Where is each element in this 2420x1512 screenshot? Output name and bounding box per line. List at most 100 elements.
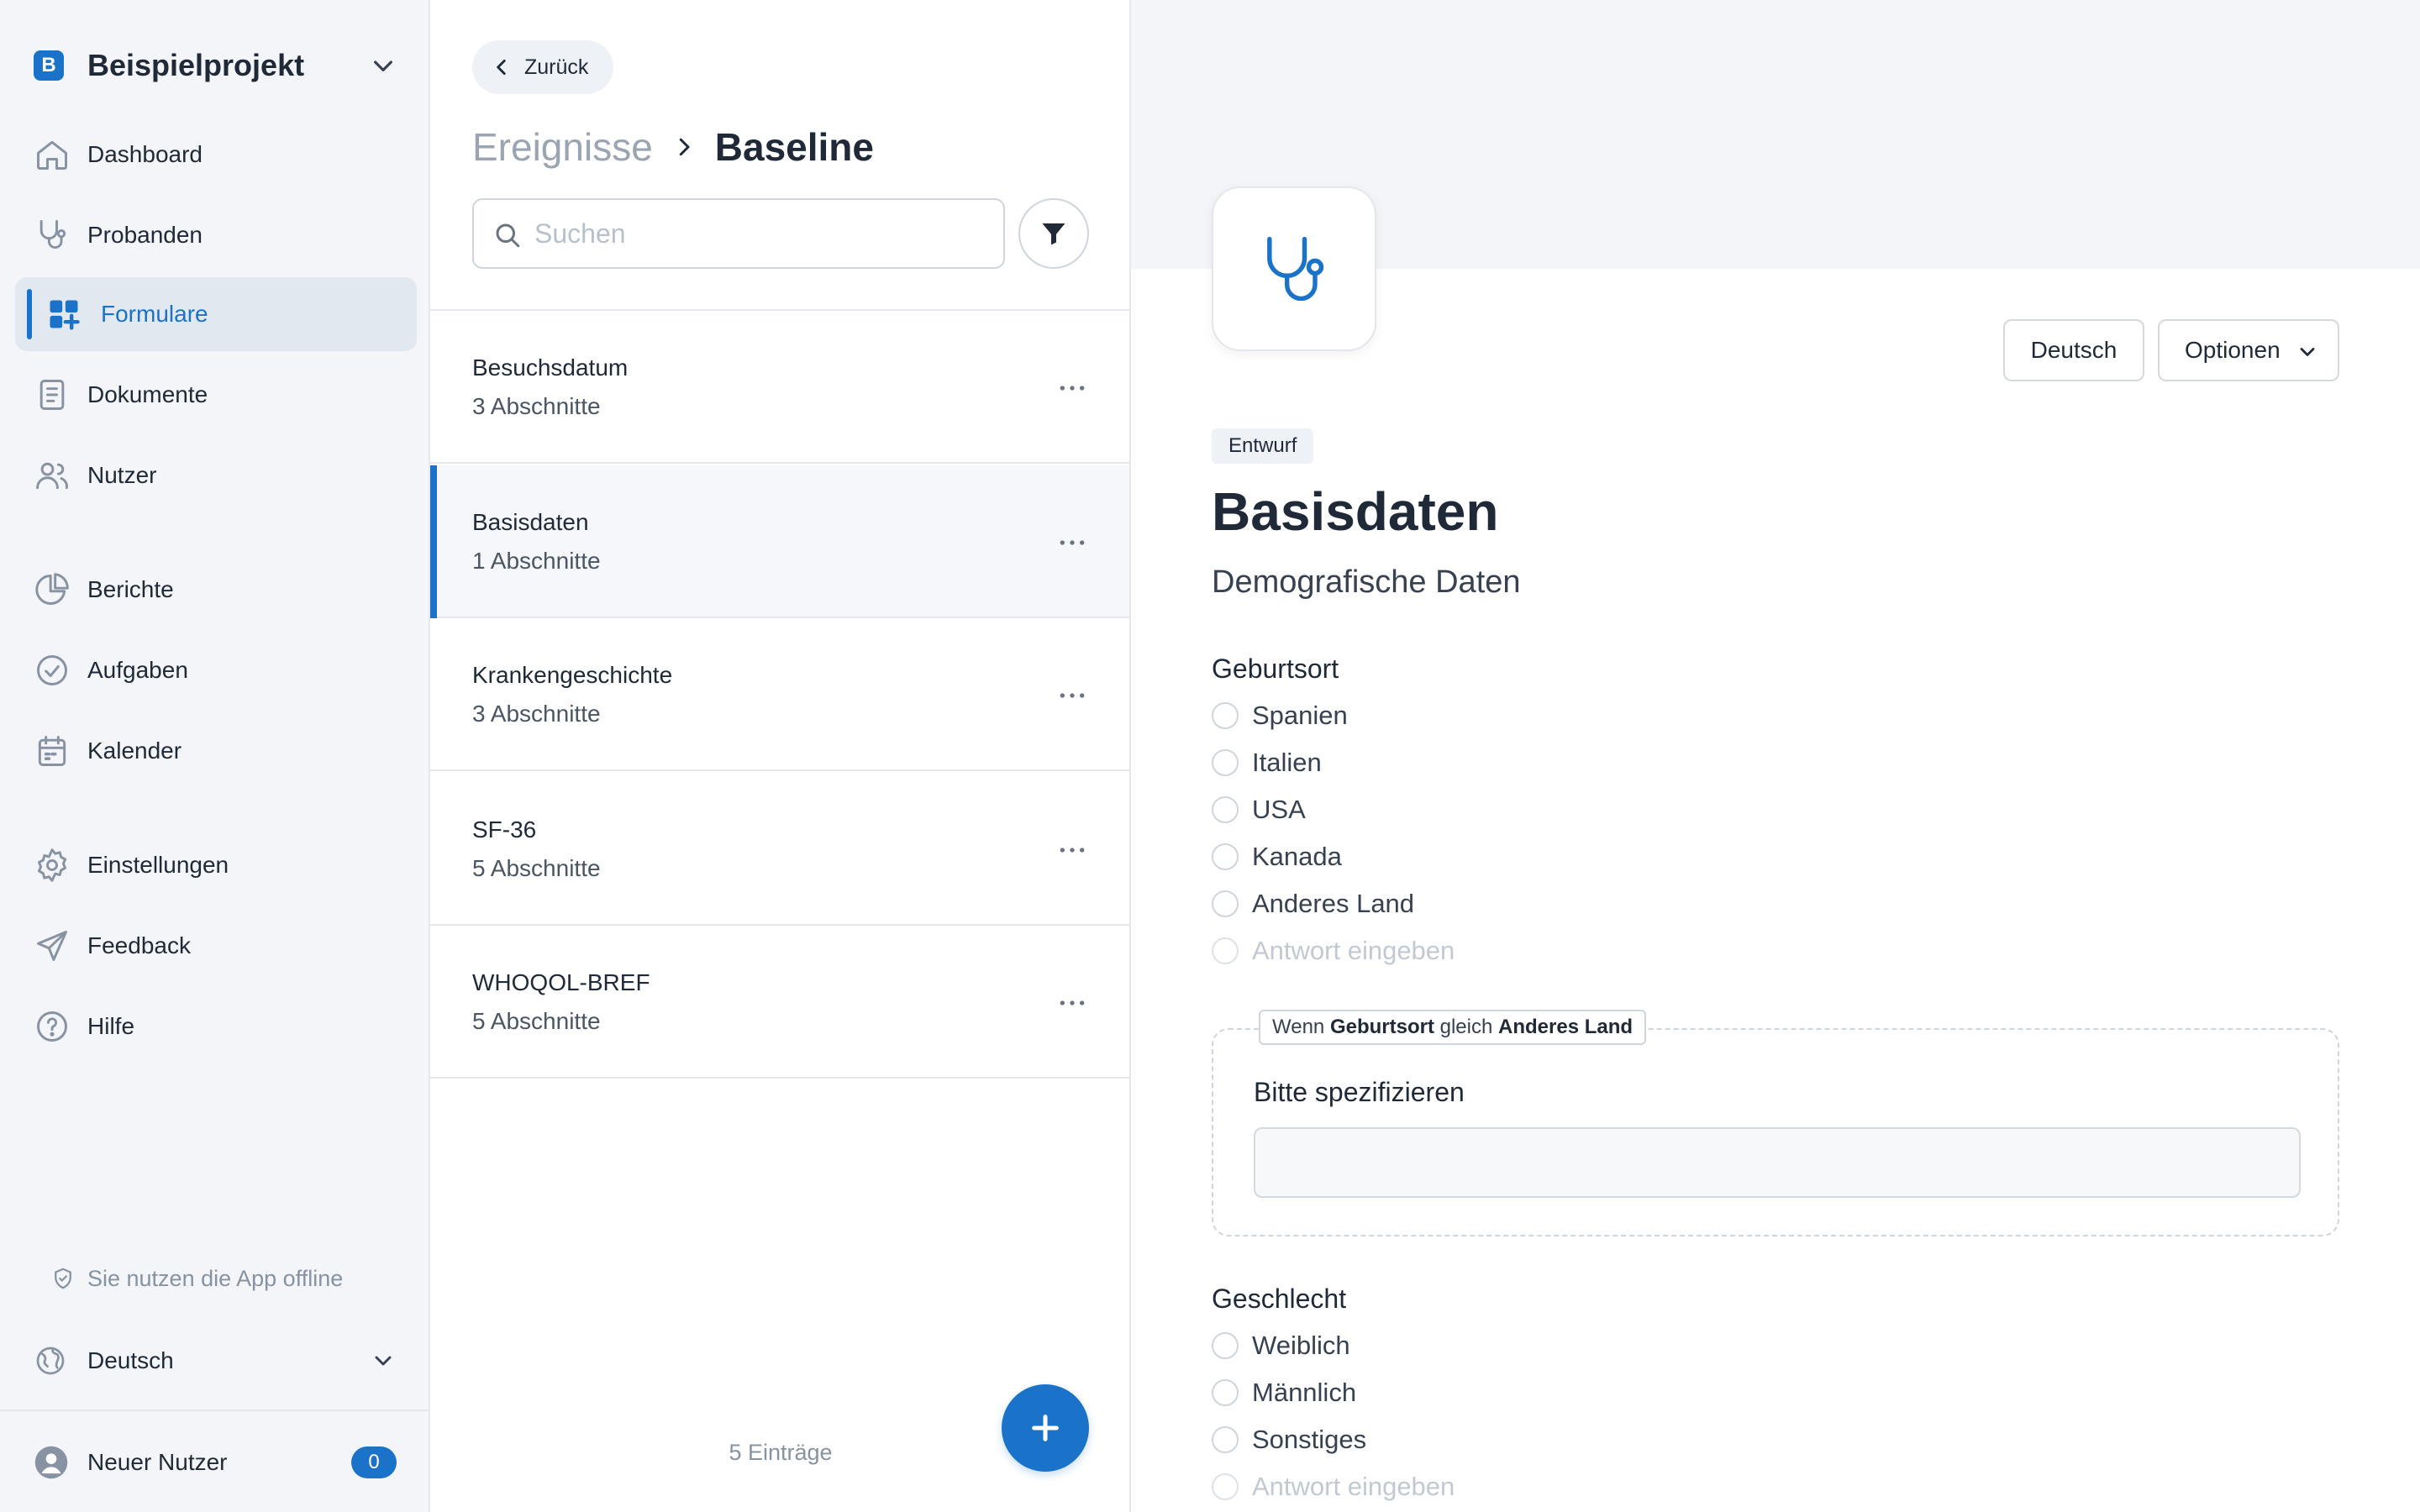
option-label: Anderes Land <box>1252 889 1415 918</box>
sidebar: B Beispielprojekt Dashboard Probanden Fo… <box>0 0 430 1512</box>
option-placeholder: Antwort eingeben <box>1252 1472 1455 1501</box>
avatar-icon <box>34 1446 68 1479</box>
sidebar-item-berichte[interactable]: Berichte <box>15 553 417 627</box>
condition-prefix: Wenn <box>1272 1016 1330 1038</box>
gear-icon <box>37 848 67 882</box>
offline-text: Sie nutzen die App offline <box>87 1265 344 1291</box>
sidebar-item-label: Einstellungen <box>87 852 229 878</box>
sidebar-item-label: Dokumente <box>87 381 208 407</box>
radio-option[interactable]: Weiblich <box>1212 1329 1350 1362</box>
option-label: Spanien <box>1252 701 1348 730</box>
list-item[interactable]: Krankengeschichte 3 Abschnitte <box>430 618 1129 771</box>
chevron-left-icon <box>497 60 506 75</box>
sidebar-item-dokumente[interactable]: Dokumente <box>15 358 417 432</box>
condition-operator: gleich <box>1434 1016 1498 1038</box>
form-icon-tile[interactable] <box>1212 186 1376 351</box>
more-options-icon[interactable] <box>1055 679 1089 712</box>
radio-button[interactable] <box>1212 890 1239 917</box>
search-box <box>472 198 1005 269</box>
sidebar-item-nutzer[interactable]: Nutzer <box>15 438 417 512</box>
radio-button[interactable] <box>1212 702 1239 729</box>
condition-tag[interactable]: Wenn Geburtsort gleich Anderes Land <box>1259 1010 1647 1045</box>
sidebar-item-label: Nutzer <box>87 462 157 488</box>
list-item-subtitle: 3 Abschnitte <box>472 701 601 727</box>
filter-button[interactable] <box>1018 198 1089 269</box>
radio-button[interactable] <box>1212 1332 1239 1359</box>
chevron-down-icon <box>374 60 392 71</box>
more-options-icon[interactable] <box>1055 986 1089 1020</box>
project-name: Beispielprojekt <box>87 48 305 82</box>
add-option[interactable]: Antwort eingeben <box>1212 934 1455 968</box>
more-options-icon[interactable] <box>1055 526 1089 559</box>
divider <box>0 1410 429 1411</box>
plus-icon <box>1032 1415 1059 1441</box>
send-icon <box>37 931 67 961</box>
options-button[interactable]: Optionen <box>2158 319 2339 381</box>
list-item-title: SF-36 <box>472 816 537 843</box>
calendar-icon <box>38 736 66 766</box>
radio-option[interactable]: USA <box>1212 793 1306 827</box>
status-badge: Entwurf <box>1212 428 1314 464</box>
sidebar-item-einstellungen[interactable]: Einstellungen <box>15 828 417 902</box>
users-icon <box>36 462 68 490</box>
breadcrumb-parent[interactable]: Ereignisse <box>472 124 653 170</box>
forms-icon <box>50 300 80 330</box>
radio-option[interactable]: Spanien <box>1212 699 1348 732</box>
option-label: Weiblich <box>1252 1331 1350 1360</box>
form-title: Basisdaten <box>1212 481 1499 542</box>
sidebar-item-kalender[interactable]: Kalender <box>15 714 417 788</box>
radio-option[interactable]: Männlich <box>1212 1376 1356 1410</box>
radio-button[interactable] <box>1212 796 1239 823</box>
specify-input[interactable] <box>1254 1127 2301 1198</box>
radio-option[interactable]: Anderes Land <box>1212 887 1414 921</box>
sidebar-item-aufgaben[interactable]: Aufgaben <box>15 633 417 707</box>
list-item[interactable]: Besuchsdatum 3 Abschnitte <box>430 311 1129 464</box>
sidebar-item-dashboard[interactable]: Dashboard <box>15 118 417 192</box>
language-selector[interactable]: Deutsch <box>34 1339 397 1383</box>
radio-button <box>1212 937 1239 964</box>
list-item-title: Krankengeschichte <box>472 662 673 688</box>
forms-list-panel: Zurück Ereignisse Baseline Besuchsdatum … <box>430 0 1131 1512</box>
radio-button[interactable] <box>1212 1379 1239 1406</box>
list-item[interactable]: Basisdaten 1 Abschnitte <box>430 465 1129 618</box>
list-item-subtitle: 5 Abschnitte <box>472 855 601 881</box>
list-item[interactable]: WHOQOL-BREF 5 Abschnitte <box>430 926 1129 1079</box>
add-form-button[interactable] <box>1002 1384 1089 1472</box>
user-menu[interactable]: Neuer Nutzer 0 <box>34 1441 397 1483</box>
question-label: Geschlecht <box>1212 1284 1347 1314</box>
add-option[interactable]: Antwort eingeben <box>1212 1470 1455 1504</box>
sidebar-item-hilfe[interactable]: Hilfe <box>15 990 417 1063</box>
language-button[interactable]: Deutsch <box>2003 319 2144 381</box>
home-icon <box>37 140 67 170</box>
project-switcher[interactable]: B Beispielprojekt <box>34 47 397 84</box>
list-item[interactable]: SF-36 5 Abschnitte <box>430 773 1129 926</box>
language-label: Deutsch <box>87 1347 174 1373</box>
radio-button[interactable] <box>1212 749 1239 776</box>
more-options-icon[interactable] <box>1055 371 1089 405</box>
help-icon <box>37 1011 67 1042</box>
radio-option[interactable]: Italien <box>1212 746 1322 780</box>
option-label: USA <box>1252 795 1306 824</box>
form-editor: Deutsch Optionen Entwurf Basisdaten Demo… <box>1131 0 2420 1512</box>
radio-button <box>1212 1473 1239 1500</box>
list-item-title: Besuchsdatum <box>472 354 629 381</box>
back-button[interactable]: Zurück <box>472 40 614 94</box>
option-label: Italien <box>1252 748 1322 777</box>
sidebar-item-probanden[interactable]: Probanden <box>15 198 417 272</box>
sidebar-item-feedback[interactable]: Feedback <box>15 909 417 983</box>
radio-option[interactable]: Sonstiges <box>1212 1423 1366 1457</box>
option-label: Sonstiges <box>1252 1425 1367 1454</box>
more-options-icon[interactable] <box>1055 833 1089 867</box>
sidebar-item-label: Feedback <box>87 932 191 958</box>
search-input[interactable] <box>534 213 988 254</box>
radio-button[interactable] <box>1212 1426 1239 1453</box>
document-icon <box>39 380 65 410</box>
notification-badge: 0 <box>351 1446 397 1478</box>
chevron-down-icon <box>2300 348 2315 356</box>
stethoscope-icon <box>1267 236 1324 302</box>
sidebar-item-formulare[interactable]: Formulare <box>15 277 417 351</box>
project-logo: B <box>34 50 64 81</box>
radio-button[interactable] <box>1212 843 1239 870</box>
radio-option[interactable]: Kanada <box>1212 840 1342 874</box>
option-label: Männlich <box>1252 1378 1357 1407</box>
